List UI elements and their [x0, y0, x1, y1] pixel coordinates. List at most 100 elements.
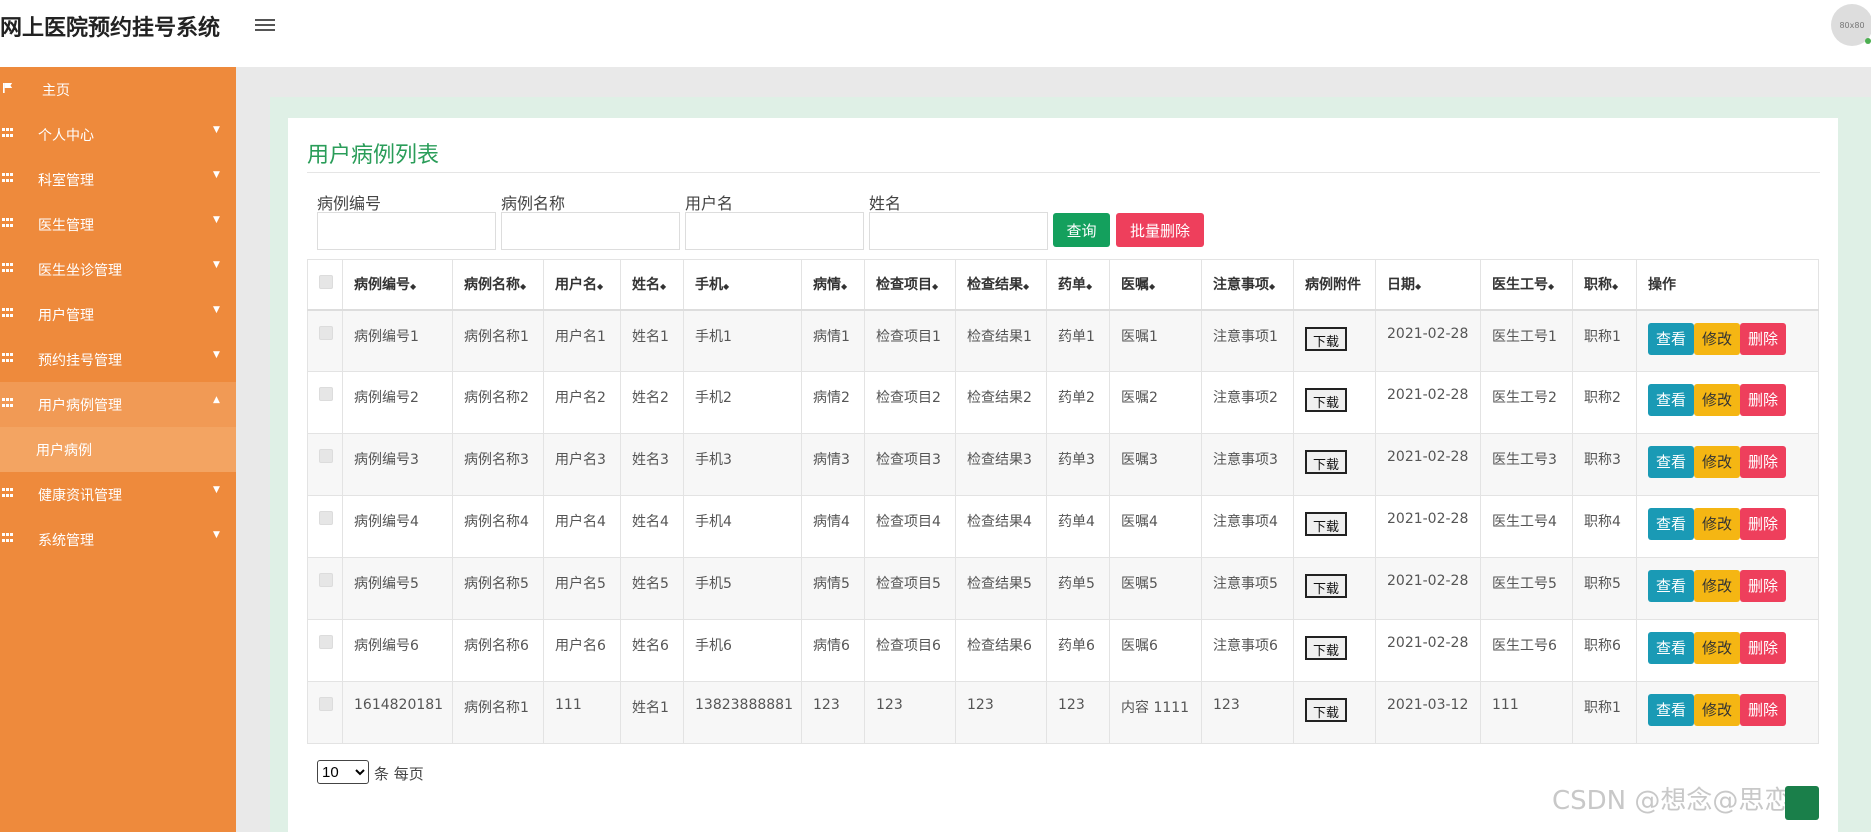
edit-button[interactable]: 修改: [1694, 694, 1741, 726]
sidebar-item-health-news[interactable]: 健康资讯管理 ▼: [0, 472, 236, 517]
col-header[interactable]: 病例名称◆: [452, 259, 544, 311]
hamburger-menu-icon[interactable]: [255, 16, 275, 32]
row-select-cell: [307, 619, 343, 682]
table-cell: 内容 1111: [1109, 681, 1202, 744]
delete-button[interactable]: 删除: [1740, 322, 1787, 355]
sidebar-item-doctor-schedule[interactable]: 医生坐诊管理 ▼: [0, 247, 236, 292]
download-button[interactable]: 下载: [1305, 512, 1348, 536]
table-cell: 医嘱2: [1109, 371, 1202, 434]
delete-button[interactable]: 删除: [1740, 508, 1787, 540]
delete-button[interactable]: 删除: [1740, 384, 1787, 416]
row-checkbox[interactable]: [319, 511, 333, 525]
col-header[interactable]: 医生工号◆: [1480, 259, 1573, 311]
delete-button[interactable]: 删除: [1740, 632, 1787, 664]
col-header[interactable]: 职称◆: [1572, 259, 1637, 311]
sidebar-item-label: 科室管理: [38, 173, 94, 189]
row-select-cell: [307, 433, 343, 496]
edit-button[interactable]: 修改: [1694, 384, 1741, 416]
table-cell: 检查项目1: [864, 309, 956, 372]
col-header[interactable]: 注意事项◆: [1201, 259, 1294, 311]
row-checkbox[interactable]: [319, 697, 333, 711]
sidebar-item-doctor[interactable]: 医生管理 ▼: [0, 202, 236, 247]
query-button[interactable]: 查询: [1053, 213, 1110, 247]
table-cell: 病例编号5: [342, 557, 453, 620]
table-cell: 医生工号2: [1480, 371, 1573, 434]
view-button[interactable]: 查看: [1648, 322, 1695, 355]
edit-button[interactable]: 修改: [1694, 570, 1741, 602]
view-button[interactable]: 查看: [1648, 570, 1695, 602]
view-button[interactable]: 查看: [1648, 694, 1695, 726]
table-cell: 检查项目4: [864, 495, 956, 558]
case-no-input[interactable]: [317, 212, 496, 250]
row-checkbox[interactable]: [319, 573, 333, 587]
sidebar-item-users[interactable]: 用户管理 ▼: [0, 292, 236, 337]
edit-button[interactable]: 修改: [1694, 632, 1741, 664]
page-size-select[interactable]: 10: [317, 760, 369, 784]
col-header[interactable]: 检查项目◆: [864, 259, 956, 311]
page-title: 用户病例列表: [307, 143, 440, 168]
download-button[interactable]: 下载: [1305, 698, 1348, 722]
delete-button[interactable]: 删除: [1740, 446, 1787, 478]
grid-icon: [2, 173, 14, 183]
row-select-cell: [307, 557, 343, 620]
table-cell: 医生工号6: [1480, 619, 1573, 682]
row-checkbox[interactable]: [319, 387, 333, 401]
edit-button[interactable]: 修改: [1694, 446, 1741, 478]
col-header[interactable]: 医嘱◆: [1109, 259, 1202, 311]
edit-button[interactable]: 修改: [1694, 322, 1741, 355]
sidebar-item-appointments[interactable]: 预约挂号管理 ▼: [0, 337, 236, 382]
case-name-input[interactable]: [501, 212, 680, 250]
col-header[interactable]: 检查结果◆: [955, 259, 1047, 311]
row-checkbox[interactable]: [319, 449, 333, 463]
col-header[interactable]: 日期◆: [1375, 259, 1481, 311]
sidebar-item-user-cases[interactable]: 用户病例管理 ▲: [0, 382, 236, 427]
download-button[interactable]: 下载: [1305, 326, 1348, 351]
view-button[interactable]: 查看: [1648, 384, 1695, 416]
table-cell: 职称1: [1572, 681, 1637, 744]
sidebar-item-home[interactable]: 主页: [0, 67, 236, 112]
row-select-cell: [307, 681, 343, 744]
sidebar-item-personal-center[interactable]: 个人中心 ▼: [0, 112, 236, 157]
sort-icon: ◆: [1415, 282, 1422, 292]
download-button[interactable]: 下载: [1305, 574, 1348, 598]
table-cell: 检查结果5: [955, 557, 1047, 620]
table-cell: 检查结果2: [955, 371, 1047, 434]
view-button[interactable]: 查看: [1648, 446, 1695, 478]
table-cell: 医生工号4: [1480, 495, 1573, 558]
download-button[interactable]: 下载: [1305, 636, 1348, 660]
table-cell: 注意事项1: [1201, 309, 1294, 372]
grid-icon: [2, 263, 14, 273]
view-button[interactable]: 查看: [1648, 508, 1695, 540]
download-button[interactable]: 下载: [1305, 388, 1348, 412]
delete-button[interactable]: 删除: [1740, 570, 1787, 602]
col-header[interactable]: 药单◆: [1046, 259, 1110, 311]
table-cell: 病情4: [801, 495, 865, 558]
table-cell: 检查结果4: [955, 495, 1047, 558]
batch-delete-button[interactable]: 批量删除: [1116, 213, 1204, 247]
col-header[interactable]: 病例编号◆: [342, 259, 453, 311]
col-header[interactable]: 姓名◆: [620, 259, 684, 311]
col-header[interactable]: 病情◆: [801, 259, 865, 311]
delete-button[interactable]: 删除: [1740, 694, 1787, 726]
download-button[interactable]: 下载: [1305, 450, 1348, 474]
attachment-cell: 下载: [1293, 433, 1376, 496]
actions-cell: 查看 修改 删除: [1636, 557, 1819, 620]
table-cell: 姓名4: [620, 495, 684, 558]
select-all-checkbox[interactable]: [319, 275, 333, 290]
grid-icon: [2, 353, 14, 363]
col-header[interactable]: 手机◆: [683, 259, 802, 311]
col-header[interactable]: 用户名◆: [543, 259, 621, 311]
table-cell: 用户名3: [543, 433, 621, 496]
edit-button[interactable]: 修改: [1694, 508, 1741, 540]
sidebar-subitem-user-cases[interactable]: 用户病例: [0, 427, 236, 472]
name-label: 姓名: [869, 194, 902, 213]
sidebar-item-department[interactable]: 科室管理 ▼: [0, 157, 236, 202]
username-input[interactable]: [685, 212, 864, 250]
sidebar-item-system[interactable]: 系统管理 ▼: [0, 517, 236, 562]
row-checkbox[interactable]: [319, 325, 333, 340]
view-button[interactable]: 查看: [1648, 632, 1695, 664]
table-cell: 病情2: [801, 371, 865, 434]
sort-icon: ◆: [597, 282, 604, 292]
name-input[interactable]: [869, 212, 1048, 250]
row-checkbox[interactable]: [319, 635, 333, 649]
